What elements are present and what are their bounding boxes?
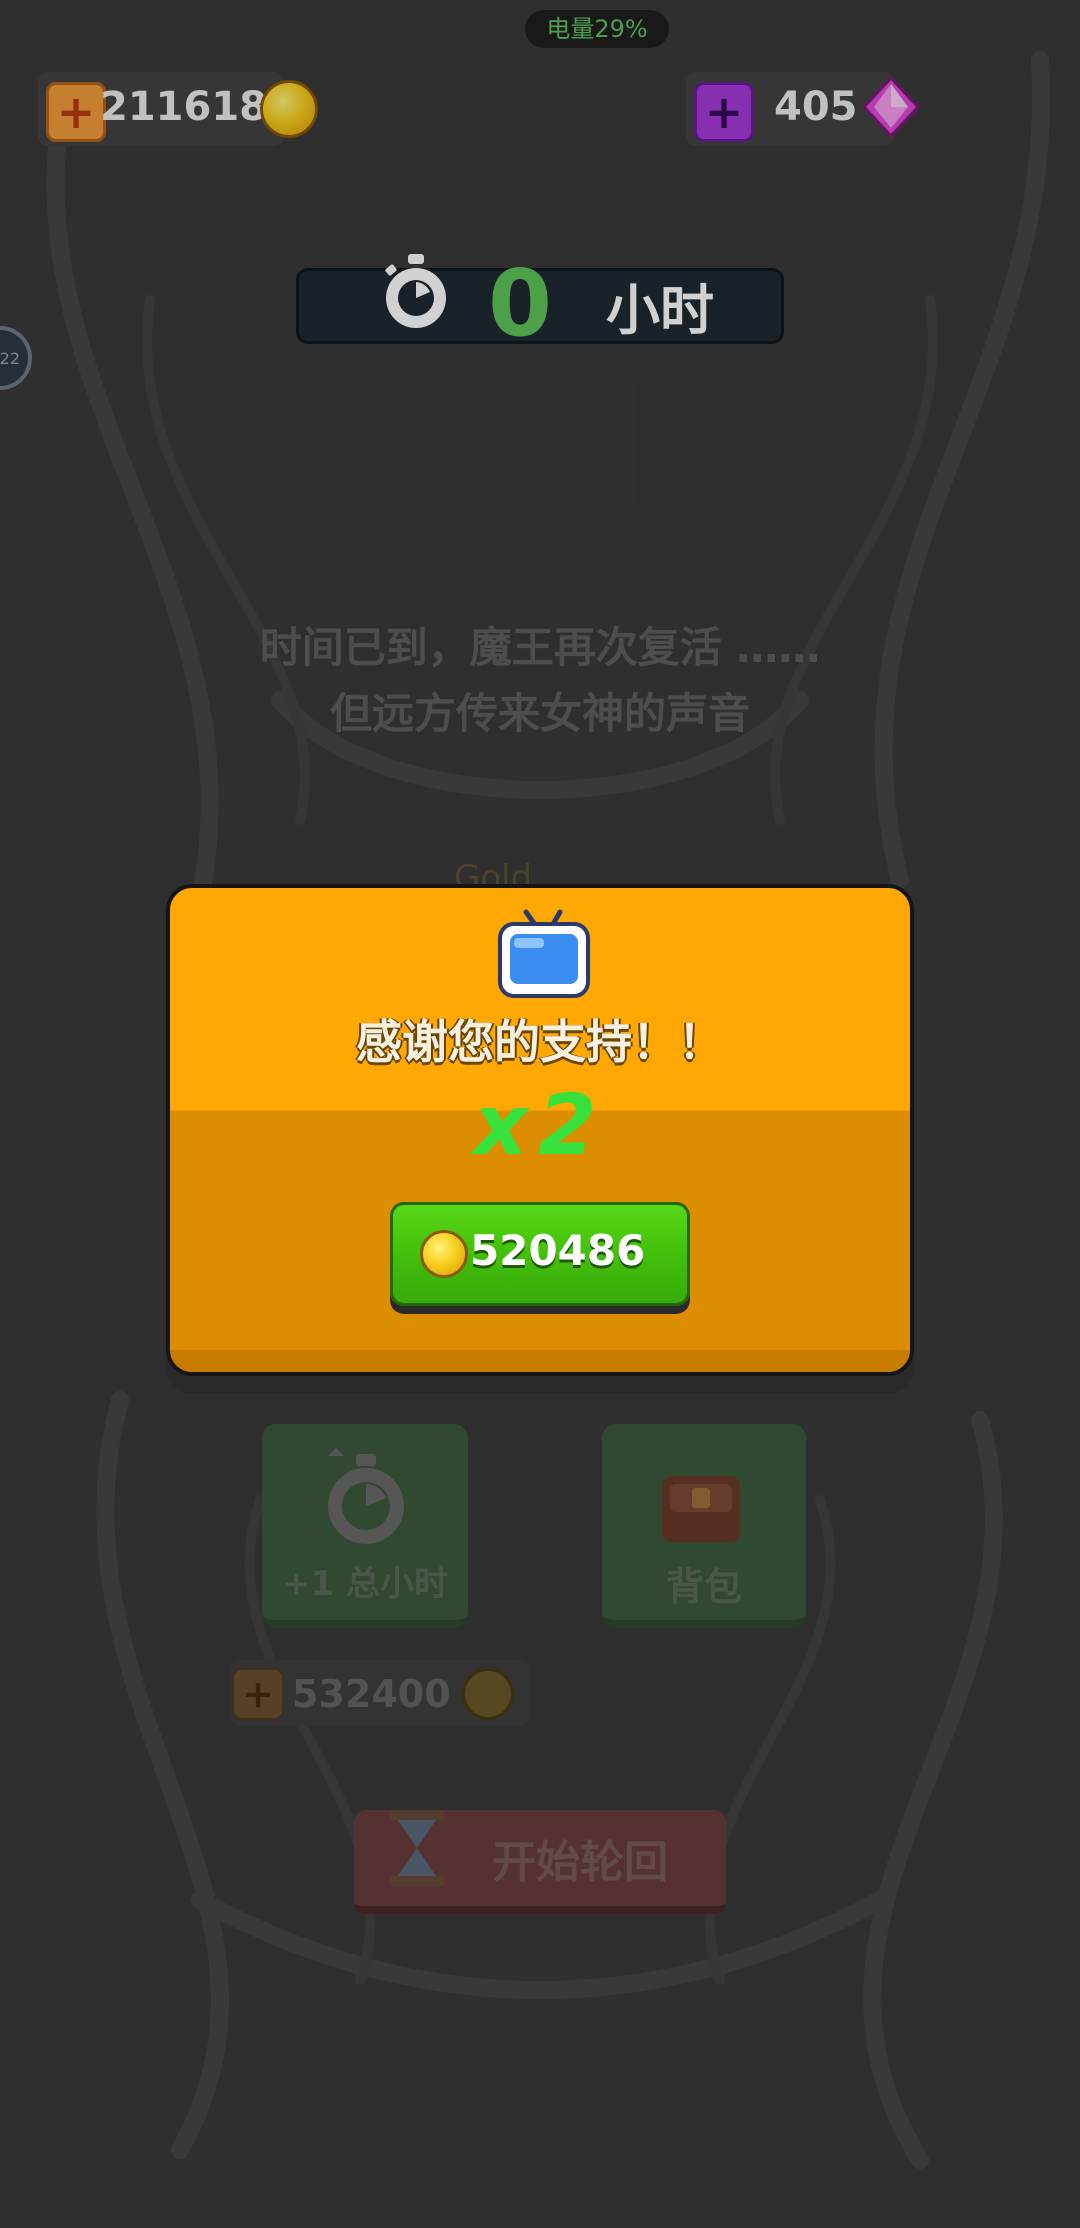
- reward-amount: 520486: [470, 1226, 646, 1275]
- dialog-title: 感谢您的支持！！: [356, 1015, 724, 1069]
- reward-multiplier: x2: [473, 1076, 607, 1174]
- tv-icon: [498, 909, 590, 998]
- gold-coin-icon: [420, 1230, 468, 1278]
